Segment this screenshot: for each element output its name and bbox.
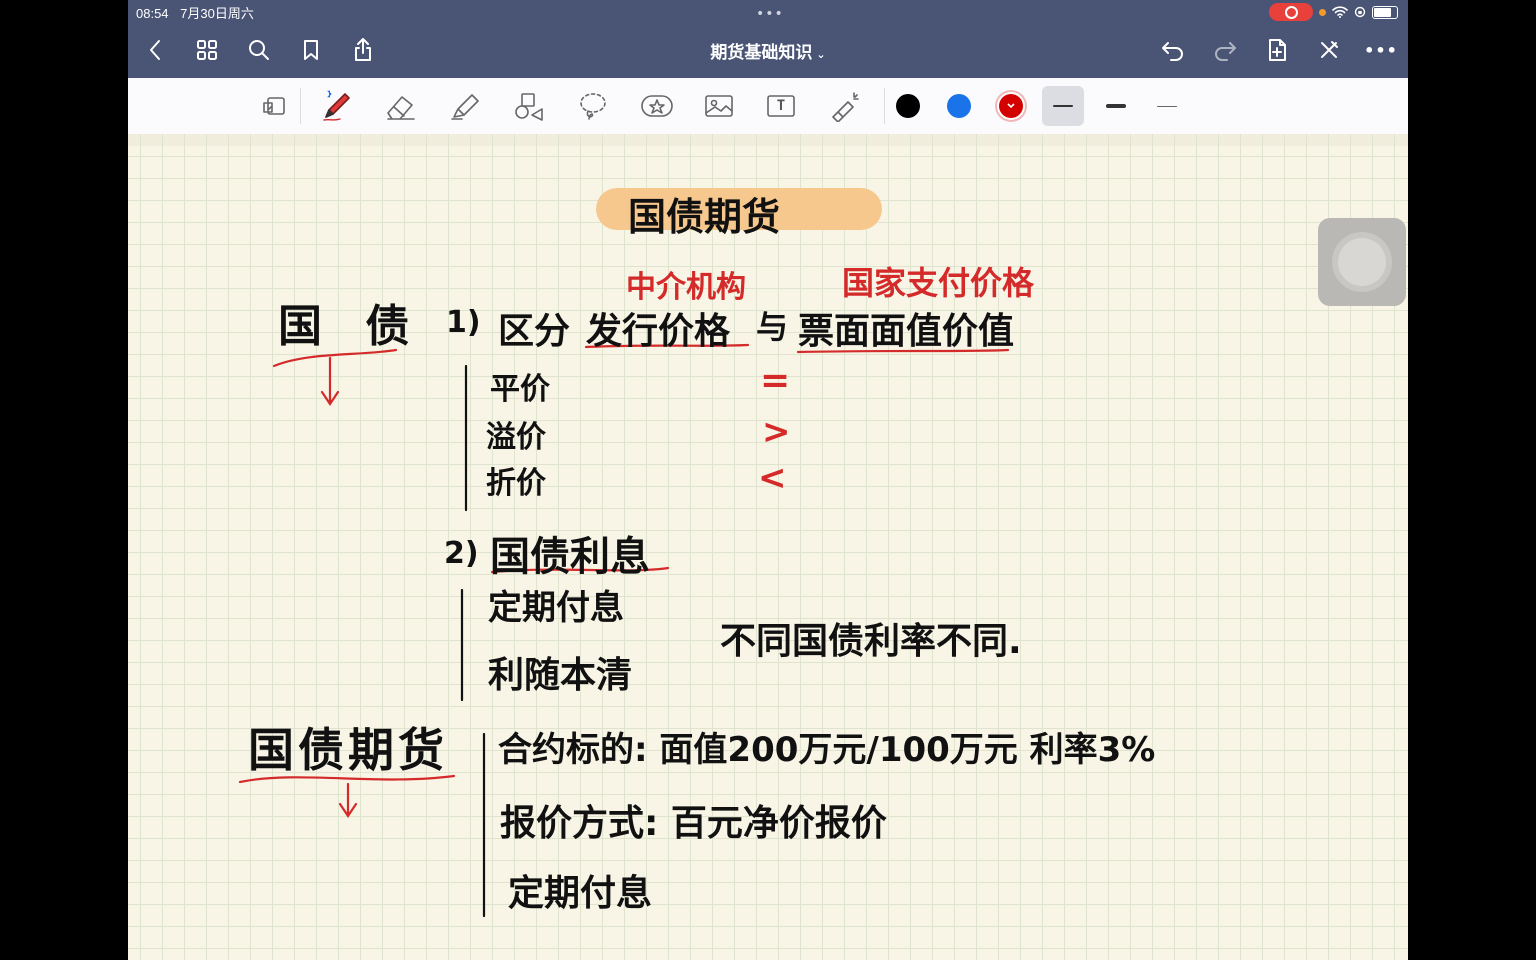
status-bar: 08:54 7月30日周六 [136,3,262,22]
color-red-swatch[interactable] [999,94,1023,118]
laser-pointer-icon [832,92,859,122]
sign-greater: > [762,412,791,452]
app-screen: 08:54 7月30日周六 ••• 期货基础知识 ⌄ ••• T 国债期货 国 … [128,0,1408,960]
nav-right-group: ••• [1160,36,1397,64]
reader-mode-tool[interactable] [256,88,294,124]
status-date: 7月30日周六 [180,6,254,21]
image-icon [705,95,733,117]
pen-tool[interactable] [318,88,356,124]
chevron-down-icon: ⌄ [816,48,826,61]
item-label-distinguish: 区分 [498,311,571,352]
add-page-button[interactable] [1264,36,1290,64]
lasso-icon [580,93,606,120]
list-item: 定期付息 [508,873,653,914]
eraser-icon [387,96,415,120]
redo-button[interactable] [1212,36,1238,64]
list-item: 合约标的: 面值200万元/100万元 利率3% [498,730,1156,770]
text-tool[interactable]: T [762,88,800,124]
list-item: 利随本清 [488,655,633,696]
with-text: 与 [756,308,789,346]
undo-button[interactable] [1160,36,1186,64]
toolbar-divider [300,88,301,124]
highlighter-tool[interactable] [446,88,484,124]
annotation-state-pays: 国家支付价格 [842,264,1035,302]
top-bar: 08:54 7月30日周六 ••• 期货基础知识 ⌄ ••• [128,0,1408,78]
shapes-icon [515,93,543,121]
highlighter-icon [451,94,479,120]
note-title: 国债期货 [628,195,781,239]
stroke-thin-option[interactable] [1042,86,1084,126]
multitask-dots-icon[interactable]: ••• [756,6,784,22]
section-heading-bond: 国 债 [278,301,424,352]
item-number: 1) [446,305,481,340]
list-item: 平价 [490,372,550,407]
more-dots-icon: ••• [1364,40,1398,60]
toolbar-divider [884,88,885,124]
color-blue-swatch[interactable] [947,94,971,118]
status-indicators [1269,3,1398,21]
chevron-down-icon [1007,103,1015,109]
stroke-fine-option[interactable] [1146,86,1188,126]
sticker-tool[interactable] [638,88,676,124]
mic-indicator-icon [1319,8,1326,16]
image-tool[interactable] [700,88,738,124]
lasso-tool[interactable] [574,88,612,124]
eraser-tool[interactable] [382,88,420,124]
undo-icon [1162,42,1183,61]
pen-icon [323,90,350,121]
face-value-text: 票面面值价值 [798,311,1015,352]
list-item: 定期付息 [488,588,624,628]
battery-icon [1372,5,1398,19]
text-tool-label: T [776,98,786,114]
shapes-tool[interactable] [510,88,548,124]
issue-price-text: 发行价格 [586,311,731,352]
add-page-icon [1269,39,1286,61]
sign-equal: = [760,360,791,401]
sign-less: < [758,458,787,498]
laser-pointer-tool[interactable] [826,88,864,124]
annotation-intermediary: 中介机构 [626,270,746,305]
document-title: 期货基础知识 [710,43,813,63]
wifi-icon [1332,6,1348,18]
item-label-interest: 国债利息 [490,534,650,580]
list-item: 报价方式: 百元净价报价 [500,803,887,844]
rate-note: 不同国债利率不同. [720,621,1022,662]
close-toolbar-button[interactable] [1316,36,1342,64]
assistive-touch-icon [1338,238,1386,286]
status-time: 08:54 [136,6,169,21]
drawing-toolbar: T [128,78,1408,135]
pen-close-icon [1321,41,1338,58]
color-black-swatch[interactable] [896,94,920,118]
item-number: 2) [444,536,479,571]
assistive-touch-button[interactable] [1318,218,1406,306]
sticker-icon [641,95,673,117]
list-item: 溢价 [486,420,546,455]
orientation-lock-icon [1354,6,1366,18]
list-item: 折价 [486,466,546,501]
screen-recording-icon[interactable] [1269,3,1313,21]
redo-icon [1215,42,1236,61]
more-button[interactable]: ••• [1364,36,1397,64]
section-heading-futures: 国债期货 [248,723,448,777]
reader-mode-icon [263,97,285,115]
stroke-medium-option[interactable] [1095,86,1137,126]
